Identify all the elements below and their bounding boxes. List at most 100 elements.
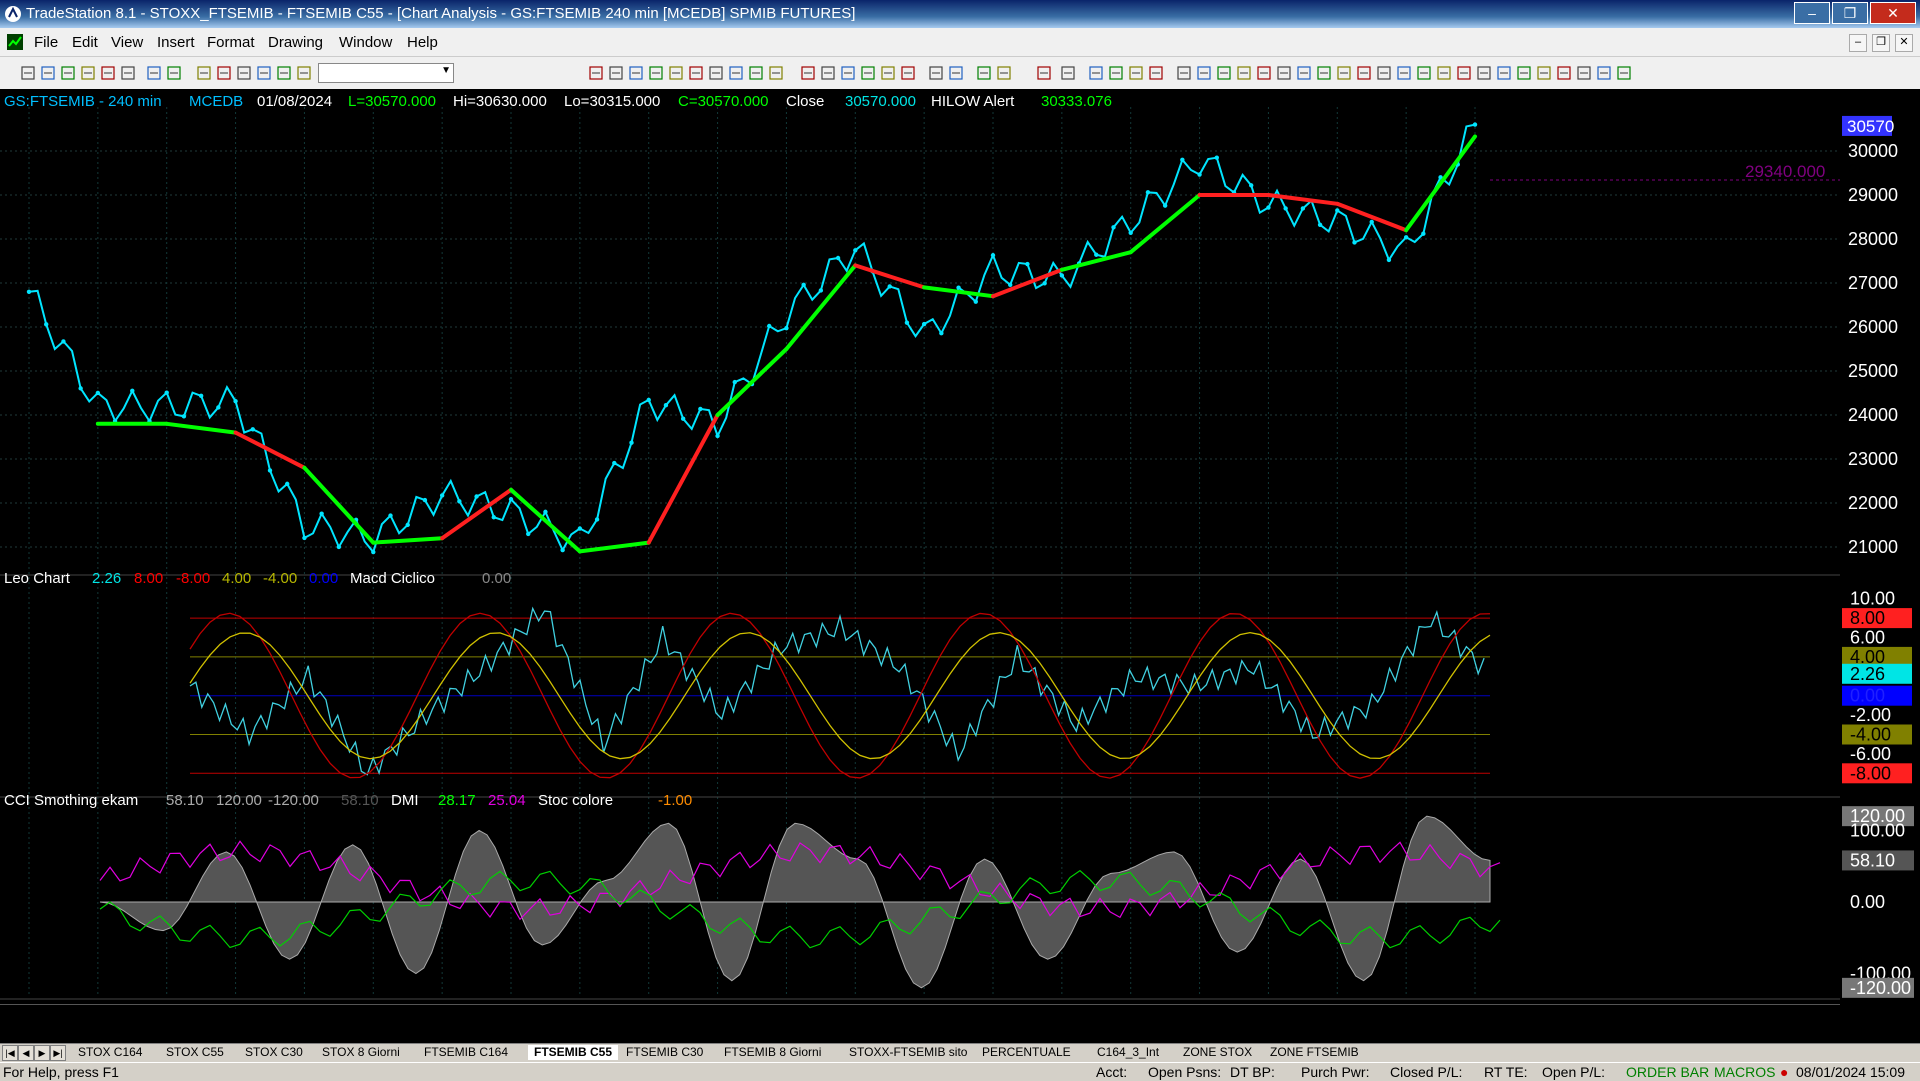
menu-view[interactable]: View	[111, 34, 143, 51]
tab-zone-ftsemib[interactable]: ZONE FTSEMIB	[1264, 1045, 1365, 1060]
window2-icon[interactable]	[880, 65, 896, 81]
status-macros[interactable]: MACROS	[1714, 1064, 1775, 1080]
tab-first-icon[interactable]: |◀	[2, 1045, 18, 1061]
menu-help[interactable]: Help	[407, 34, 438, 51]
window-icon[interactable]	[1316, 65, 1332, 81]
link-icon[interactable]	[1396, 65, 1412, 81]
rectangle-icon[interactable]	[1128, 65, 1144, 81]
chart-svg[interactable]: 30570 30000 29000 28000 27000 26000 25000 2400…	[0, 89, 1920, 1038]
chart-icon[interactable]	[236, 65, 252, 81]
close-point	[1369, 219, 1374, 225]
save-all-icon[interactable]	[1216, 65, 1232, 81]
menu-insert[interactable]: Insert	[157, 34, 195, 51]
maximize-button[interactable]: ❐	[1832, 2, 1868, 24]
circle-icon[interactable]	[1108, 65, 1124, 81]
arrow-up-icon[interactable]	[1060, 65, 1076, 81]
menu-format[interactable]: Format	[207, 34, 255, 51]
menu-edit[interactable]: Edit	[72, 34, 98, 51]
window-icon[interactable]	[166, 65, 182, 81]
print-icon[interactable]	[820, 65, 836, 81]
workspace-icon[interactable]	[768, 65, 784, 81]
new-icon[interactable]	[708, 65, 724, 81]
save-all-icon[interactable]	[60, 65, 76, 81]
print-icon[interactable]	[1276, 65, 1292, 81]
window-icon[interactable]	[860, 65, 876, 81]
mdi-close-button[interactable]: ✕	[1895, 34, 1913, 52]
open-icon[interactable]	[40, 65, 56, 81]
tab-stox-c55[interactable]: STOX C55	[160, 1045, 230, 1060]
tab-stox-c30[interactable]: STOX C30	[239, 1045, 309, 1060]
status-order-bar[interactable]: ORDER BAR	[1626, 1064, 1709, 1080]
tab-ftsemib-c164[interactable]: FTSEMIB C164	[418, 1045, 514, 1060]
tab-last-icon[interactable]: ▶|	[50, 1045, 66, 1061]
workspace-icon[interactable]	[80, 65, 96, 81]
rectangle-icon[interactable]	[668, 65, 684, 81]
chart-icon[interactable]	[928, 65, 944, 81]
tab-zone-stox[interactable]: ZONE STOX	[1177, 1045, 1258, 1060]
save-all-icon[interactable]	[748, 65, 764, 81]
zoom-in-icon[interactable]	[1416, 65, 1432, 81]
tab-next-icon[interactable]: ▶	[34, 1045, 50, 1061]
zoom-out-icon[interactable]	[1436, 65, 1452, 81]
chart-area[interactable]: 30570 30000 29000 28000 27000 26000 25000 2400…	[0, 89, 1920, 1038]
arrow-down-icon[interactable]	[1496, 65, 1512, 81]
open-workspace-icon[interactable]	[800, 65, 816, 81]
circle-icon[interactable]	[648, 65, 664, 81]
tab-ftsemib-c30[interactable]: FTSEMIB C30	[620, 1045, 709, 1060]
tab-prev-icon[interactable]: ◀	[18, 1045, 34, 1061]
link-icon[interactable]	[256, 65, 272, 81]
mdi-restore-button[interactable]: ❐	[1872, 34, 1890, 52]
close-button[interactable]: ✕	[1870, 2, 1916, 24]
arrow-up-icon[interactable]	[1476, 65, 1492, 81]
arrow-down-icon[interactable]	[628, 65, 644, 81]
menu-window[interactable]: Window	[339, 34, 392, 51]
text-icon[interactable]	[688, 65, 704, 81]
tab-stox-8-giorni[interactable]: STOX 8 Giorni	[316, 1045, 406, 1060]
open-workspace-icon[interactable]	[1256, 65, 1272, 81]
new-icon[interactable]	[1576, 65, 1592, 81]
open-icon[interactable]	[1196, 65, 1212, 81]
tab-percentuale[interactable]: PERCENTUALE	[976, 1045, 1077, 1060]
circle-icon[interactable]	[1516, 65, 1532, 81]
print-icon[interactable]	[120, 65, 136, 81]
zoom-out-icon[interactable]	[296, 65, 312, 81]
text-icon[interactable]	[1556, 65, 1572, 81]
link-icon[interactable]	[948, 65, 964, 81]
rectangle-icon[interactable]	[1536, 65, 1552, 81]
arrow-down-icon[interactable]	[1088, 65, 1104, 81]
open-icon[interactable]	[1596, 65, 1612, 81]
print-preview-icon[interactable]	[146, 65, 162, 81]
zoom-in-icon[interactable]	[276, 65, 292, 81]
mdi-minimize-button[interactable]: –	[1849, 34, 1867, 52]
new-icon[interactable]	[1176, 65, 1192, 81]
chart-icon[interactable]	[1376, 65, 1392, 81]
print-preview-icon[interactable]	[840, 65, 856, 81]
arrow-up-icon[interactable]	[608, 65, 624, 81]
zoom-out-icon[interactable]	[996, 65, 1012, 81]
cursor-icon[interactable]	[588, 65, 604, 81]
lock-icon[interactable]	[216, 65, 232, 81]
minimize-button[interactable]: –	[1794, 2, 1830, 24]
open-workspace-icon[interactable]	[100, 65, 116, 81]
lock-icon[interactable]	[900, 65, 916, 81]
print-preview-icon[interactable]	[1296, 65, 1312, 81]
open-icon[interactable]	[728, 65, 744, 81]
tab-ftsemib-c55[interactable]: FTSEMIB C55	[528, 1045, 619, 1060]
tab-c164-3-int[interactable]: C164_3_Int	[1091, 1045, 1165, 1060]
tab-ftsemib-8-giorni[interactable]: FTSEMIB 8 Giorni	[718, 1045, 827, 1060]
zoom-in-icon[interactable]	[976, 65, 992, 81]
tab-stox-c164[interactable]: STOX C164	[72, 1045, 148, 1060]
menu-drawing[interactable]: Drawing	[268, 34, 323, 51]
menu-file[interactable]: File	[34, 34, 58, 51]
text-icon[interactable]	[1148, 65, 1164, 81]
symbol-combo[interactable]: ▼	[318, 63, 454, 83]
new-icon[interactable]	[20, 65, 36, 81]
tab-stoxx-ftsemib-sito[interactable]: STOXX-FTSEMIB sito	[843, 1045, 973, 1060]
cursor-icon[interactable]	[1036, 65, 1052, 81]
window2-icon[interactable]	[1336, 65, 1352, 81]
lock-icon[interactable]	[1356, 65, 1372, 81]
save-all-icon[interactable]	[1616, 65, 1632, 81]
window2-icon[interactable]	[196, 65, 212, 81]
cursor-icon[interactable]	[1456, 65, 1472, 81]
workspace-icon[interactable]	[1236, 65, 1252, 81]
